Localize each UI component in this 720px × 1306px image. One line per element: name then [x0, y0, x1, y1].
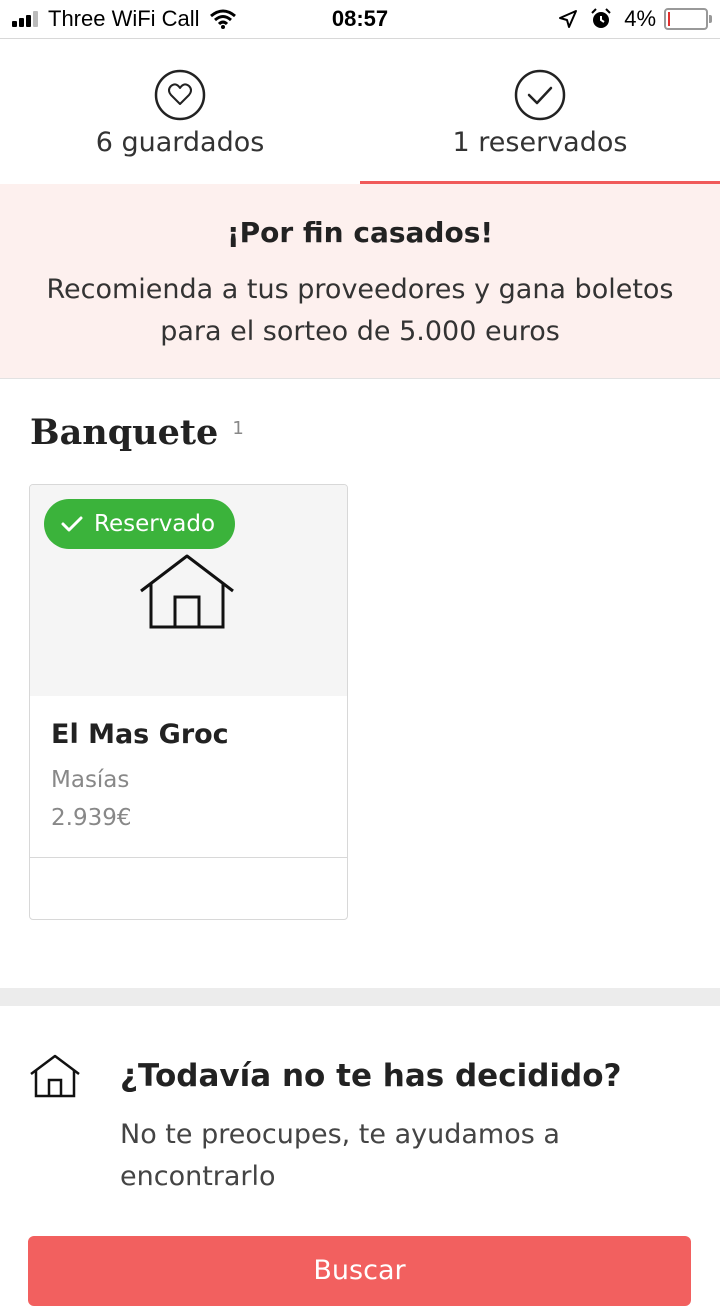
location-icon — [559, 10, 578, 28]
check-circle-icon — [514, 69, 566, 121]
tab-booked-label: 1 reservados — [452, 127, 628, 158]
help-title: ¿Todavía no te has decidido? — [120, 1058, 622, 1094]
vendor-category: Masías — [51, 767, 130, 793]
vendor-card[interactable]: Reservado El Mas Groc Masías 2.939€ — [29, 484, 348, 920]
section-divider — [0, 988, 720, 1006]
tab-booked[interactable]: 1 reservados — [360, 39, 720, 185]
tab-bar: 6 guardados 1 reservados — [0, 39, 720, 185]
tab-saved[interactable]: 6 guardados — [0, 39, 360, 184]
vendor-name: El Mas Groc — [51, 719, 229, 750]
promo-banner[interactable]: ¡Por fin casados! Recomienda a tus prove… — [0, 184, 720, 379]
card-footer — [30, 857, 347, 919]
section-title: Banquete — [30, 412, 219, 453]
help-text: No te preocupes, te ayudamos a encontrar… — [120, 1119, 560, 1192]
house-icon — [140, 554, 234, 629]
card-image-placeholder: Reservado — [30, 485, 347, 696]
heart-icon — [154, 69, 206, 121]
tab-saved-label: 6 guardados — [95, 127, 265, 158]
alarm-icon — [591, 8, 611, 28]
status-badge-label: Reservado — [94, 511, 216, 537]
section-count: 1 — [232, 418, 244, 439]
battery-icon — [664, 8, 712, 30]
vendor-price: 2.939€ — [51, 805, 132, 831]
banner-title: ¡Por fin casados! — [226, 216, 494, 249]
status-right: 4% — [558, 6, 712, 32]
house-icon — [30, 1054, 80, 1098]
status-bar: Three WiFi Call 08:57 4% — [0, 0, 720, 39]
section-heading: Banquete 1 — [30, 412, 244, 453]
checkmark-icon — [61, 516, 83, 532]
banner-text: Recomienda a tus proveedores y gana bole… — [46, 274, 674, 347]
search-button[interactable]: Buscar — [28, 1236, 691, 1306]
battery-percent: 4% — [624, 6, 656, 31]
status-badge: Reservado — [44, 499, 236, 549]
